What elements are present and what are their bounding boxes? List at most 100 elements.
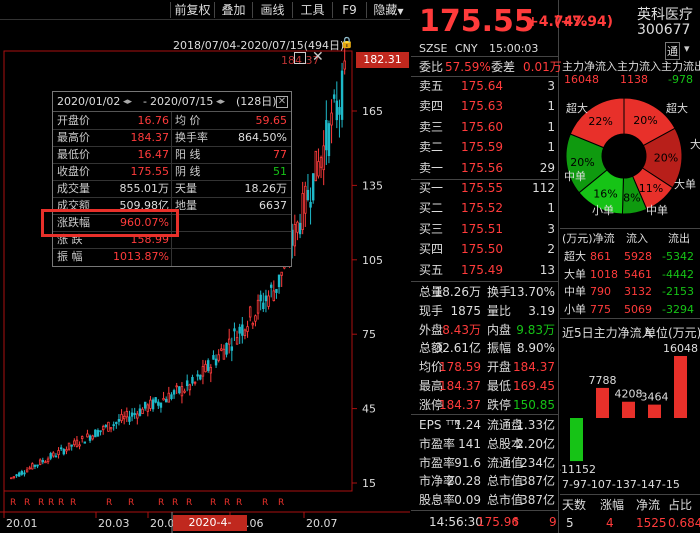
candle-body [109, 427, 113, 430]
fundamental-label: 股息率 [419, 493, 456, 508]
popup-value: 16.47 [137, 148, 170, 161]
candle-body [115, 421, 118, 424]
bid-volume: 1 [547, 201, 555, 216]
stat-value: 1875 [450, 303, 481, 318]
rights-marker: R [186, 498, 192, 508]
candle-body [272, 290, 276, 301]
chevron-down-icon[interactable]: ▾ [684, 42, 690, 55]
ask-row[interactable]: 卖一 175.56 29 [411, 158, 559, 178]
bid-row[interactable]: 买五 175.49 13 [411, 260, 559, 280]
tools-button[interactable]: 工具 [292, 2, 332, 18]
candle-body [154, 397, 157, 403]
candlestick-chart[interactable]: 165 135 105 75 45 15 20.01 20.03 20.05 20.06 20.07… [0, 21, 410, 533]
flow-table-header: (万元)净流 流入 流出 [560, 230, 700, 248]
bid-row[interactable]: 买一 175.55 112 [411, 178, 559, 198]
flow-bar-label: 3464 [641, 391, 669, 404]
popup-label: 地量 [175, 199, 197, 212]
candle-body [325, 120, 328, 151]
rights-marker: R [70, 498, 76, 508]
date-from[interactable]: 2020/01/02 [57, 92, 120, 112]
fundamental-row: EPS TTM 1.24 流通盘 1.33亿 [411, 416, 559, 434]
flow-summary-header: 天数 涨幅 净流 占比 [560, 497, 700, 514]
candle-body [20, 471, 24, 475]
candle-body [10, 477, 13, 480]
candle-body [12, 476, 16, 479]
candle-body [73, 440, 76, 446]
candle-body [311, 173, 315, 201]
flow-table-row: 超大 861 5928 -5342 [560, 248, 700, 265]
candle-body [188, 384, 192, 391]
draw-line-button[interactable]: 画线 [252, 2, 292, 18]
stat-value: 178.59 [439, 360, 481, 375]
candle-body [206, 360, 210, 371]
candle-body [238, 326, 241, 334]
popup-label [175, 214, 225, 231]
candle-body [196, 374, 199, 377]
candle-body [214, 358, 218, 366]
donut-pct-label: 20% [633, 114, 657, 127]
candle-body [322, 145, 325, 171]
candle-body [319, 157, 323, 168]
candle-body [327, 123, 331, 157]
popup-value: 6637 [259, 199, 287, 212]
close-icon[interactable]: ✕ [276, 96, 288, 108]
stat-value: 184.37 [439, 397, 481, 412]
flow-row-in: 5461 [624, 267, 652, 281]
date-to-stepper-icon[interactable]: ◂▸ [216, 92, 225, 112]
stat-label: 跌停 [487, 397, 512, 412]
popup-header: 2020/01/02 ◂▸ - 2020/07/15 ◂▸ (128日) ✕ [53, 92, 291, 112]
close-icon[interactable]: ✕ [312, 49, 324, 65]
fundamental-value: 20.28 [446, 474, 481, 489]
window-icon[interactable] [294, 52, 306, 64]
stat-label: 量比 [487, 303, 512, 318]
candle-body [264, 295, 268, 302]
candle-body [78, 444, 81, 447]
candle-body [217, 354, 220, 361]
popup-value: 175.55 [130, 165, 170, 178]
hide-button[interactable]: 隐藏▼ [366, 2, 410, 18]
candle-body [28, 467, 31, 470]
donut-pct-label: 22% [588, 115, 612, 128]
candle-body [59, 447, 63, 450]
ask-row[interactable]: 卖二 175.59 1 [411, 137, 559, 157]
flow-table-row: 中单 790 3132 -2153 [560, 283, 700, 300]
candle-body [75, 439, 79, 447]
fundamental-label: 总市值 [487, 493, 524, 508]
candle-body [269, 284, 273, 288]
popup-value: 51 [273, 165, 287, 178]
ask-row[interactable]: 卖五 175.64 3 [411, 76, 559, 96]
candle-body [57, 450, 60, 455]
bid-row[interactable]: 买四 175.50 2 [411, 239, 559, 259]
popup-label: 最低价 [57, 148, 90, 161]
bid-row[interactable]: 买三 175.51 3 [411, 219, 559, 239]
popup-value [223, 231, 287, 248]
popup-label: 阳 线 [175, 148, 201, 161]
candle-body [162, 398, 165, 401]
candle-body [306, 189, 310, 200]
fundamental-value: 1.33亿 [516, 418, 555, 432]
date-to[interactable]: 2020/07/15 [150, 92, 213, 112]
rights-marker: R [58, 498, 64, 508]
lock-icon[interactable]: 🔒 [340, 37, 354, 49]
candle-body [141, 408, 144, 415]
f9-button[interactable]: F9 [332, 2, 366, 18]
ask-row[interactable]: 卖三 175.60 1 [411, 117, 559, 137]
bid-row[interactable]: 买二 175.52 1 [411, 198, 559, 218]
ask-row[interactable]: 卖四 175.63 1 [411, 96, 559, 116]
flow-bar-label: 7788 [589, 374, 617, 387]
candle-body [304, 185, 307, 214]
stat-value: 8.43万 [442, 322, 481, 337]
popup-value [223, 214, 287, 231]
candle-body [204, 363, 207, 373]
date-from-stepper-icon[interactable]: ◂▸ [123, 92, 132, 112]
adjust-button[interactable]: 前复权 [170, 2, 214, 18]
stat-value: 8.90% [516, 341, 555, 356]
bid-label: 买五 [419, 262, 444, 277]
stat-label: 外盘 [419, 322, 444, 337]
x-tick-label: 20.03 [98, 517, 130, 530]
stat-label: 内盘 [487, 322, 512, 337]
popup-value: 1013.87% [113, 250, 169, 263]
candle-body [80, 436, 84, 439]
last-tick-row: 14:56:30 175.96 ↑ 9 [411, 512, 559, 532]
overlay-button[interactable]: 叠加 [214, 2, 252, 18]
